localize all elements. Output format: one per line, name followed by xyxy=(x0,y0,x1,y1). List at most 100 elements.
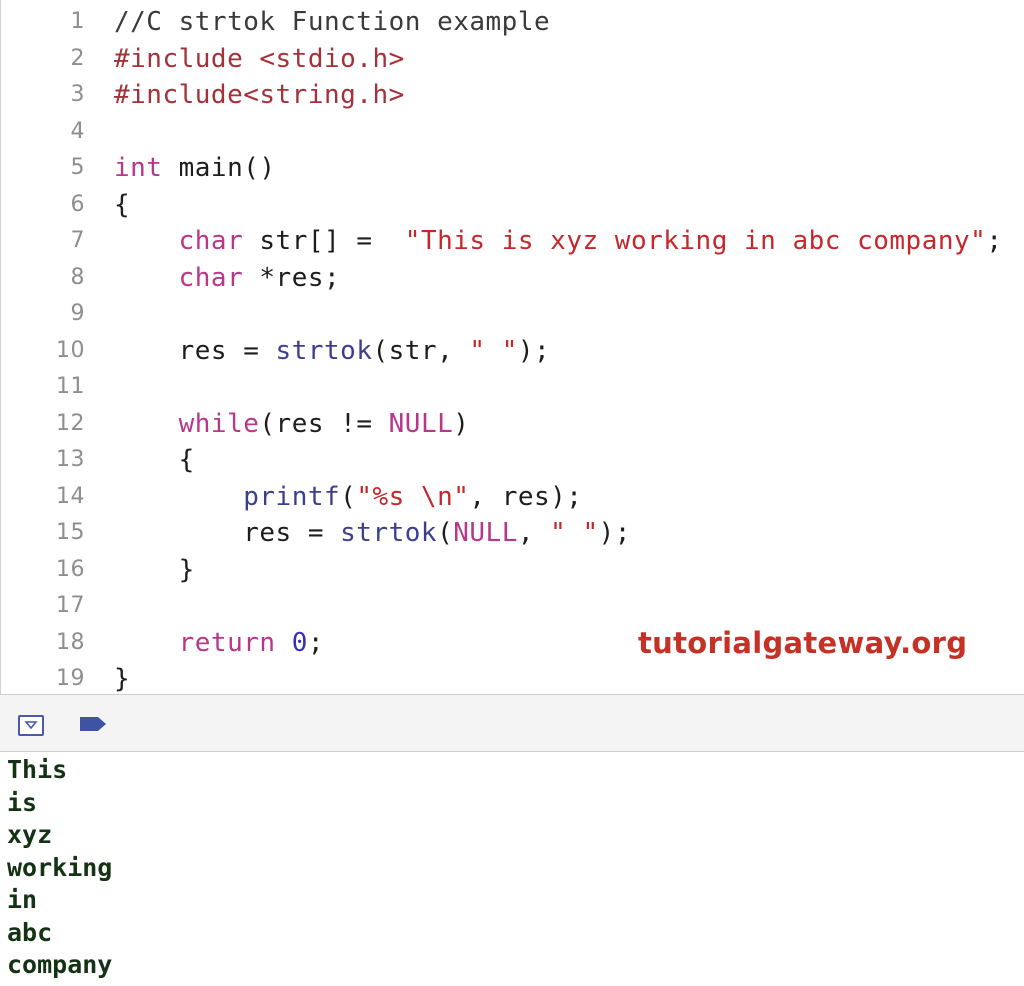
code-token: #include <stdio.h> xyxy=(114,43,405,74)
code-token: str[] = xyxy=(243,226,405,256)
code-token: { xyxy=(114,445,195,475)
line-code: //C strtok Function example xyxy=(114,4,550,40)
code-token: } xyxy=(114,664,131,694)
code-token: , res); xyxy=(469,481,583,512)
line-number: 9 xyxy=(70,301,85,326)
code-editor[interactable]: 1 //C strtok Function example 2 #include <s… xyxy=(0,0,1024,694)
code-line[interactable]: 4 xyxy=(1,114,1024,150)
code-token: NULL xyxy=(453,518,518,548)
line-number: 4 xyxy=(70,118,85,144)
code-line[interactable]: 2 #include <stdio.h> xyxy=(1,41,1024,77)
line-number: 15 xyxy=(56,520,85,545)
console-line: xyz xyxy=(7,820,53,849)
code-token: return xyxy=(178,627,276,658)
code-token: printf xyxy=(243,481,341,512)
line-number: 16 xyxy=(56,556,85,582)
code-line[interactable]: 1 //C strtok Function example xyxy=(1,4,1024,40)
code-token: "This is xyz working in abc company" xyxy=(404,226,987,256)
code-line[interactable]: 9 xyxy=(1,296,1024,332)
code-token: int xyxy=(114,153,163,183)
code-token: strtok xyxy=(340,518,438,548)
hide-debug-area-icon xyxy=(24,721,38,730)
code-line[interactable]: 17 xyxy=(1,588,1024,624)
code-token: ; xyxy=(307,627,325,658)
code-token: , xyxy=(517,518,551,548)
code-token: (str, xyxy=(372,335,470,366)
console-line: This xyxy=(7,755,68,784)
debug-bar xyxy=(0,694,1024,752)
code-line[interactable]: 5 int main() xyxy=(1,150,1024,186)
code-token: char xyxy=(178,262,244,293)
code-token: strtok xyxy=(275,335,373,366)
breakpoints-button[interactable] xyxy=(78,715,108,737)
code-token: res = xyxy=(114,518,341,548)
line-code: #include <stdio.h> xyxy=(114,41,405,77)
code-line[interactable]: 15 res = strtok(NULL, " "); xyxy=(1,515,1024,551)
code-line[interactable]: 6{ xyxy=(1,187,1024,223)
breakpoints-icon xyxy=(80,717,106,731)
line-number: 19 xyxy=(56,666,85,691)
hide-debug-area-button[interactable] xyxy=(18,715,44,736)
code-token: while xyxy=(178,408,260,439)
line-code: char str[] = "This is xyz working in abc… xyxy=(114,223,1002,259)
console-line: working xyxy=(7,852,113,882)
code-token: "%s \n" xyxy=(356,481,470,512)
code-token: char xyxy=(178,226,244,256)
code-token: ( xyxy=(340,481,357,512)
code-token: main() xyxy=(162,153,276,183)
code-line[interactable]: 8 char *res; xyxy=(1,260,1024,296)
code-token: } xyxy=(114,554,195,585)
xcode-window: 1 //C strtok Function example 2 #include <s… xyxy=(0,0,1024,986)
line-number: 8 xyxy=(70,264,85,290)
line-code: } xyxy=(114,552,195,588)
line-number: 14 xyxy=(56,483,85,509)
code-token: " " xyxy=(550,518,599,548)
code-token: 0 xyxy=(291,627,308,658)
code-token: ; xyxy=(986,226,1003,256)
code-line[interactable]: 14 printf("%s \n", res); xyxy=(1,479,1024,515)
code-token: ); xyxy=(517,335,551,366)
code-token: NULL xyxy=(388,408,454,439)
line-number: 2 xyxy=(70,45,85,71)
line-number: 10 xyxy=(56,337,85,363)
line-number: 5 xyxy=(70,155,85,180)
line-code: { xyxy=(114,187,130,223)
code-line[interactable]: 16 } xyxy=(1,552,1024,588)
line-code: #include<string.h> xyxy=(114,77,405,113)
line-number: 11 xyxy=(56,374,85,399)
code-token: { xyxy=(114,189,131,220)
line-number: 3 xyxy=(70,82,85,107)
code-line[interactable]: 11 xyxy=(1,369,1024,405)
code-line[interactable]: 3 #include<string.h> xyxy=(1,77,1024,113)
code-token: res = xyxy=(114,335,276,366)
code-line[interactable]: 12 while(res != NULL) xyxy=(1,406,1024,442)
line-code: res = strtok(str, " "); xyxy=(114,333,550,369)
line-code: while(res != NULL) xyxy=(114,406,469,442)
line-code: } xyxy=(114,661,130,694)
line-code: res = strtok(NULL, " "); xyxy=(114,515,631,551)
line-number: 18 xyxy=(56,629,85,655)
code-line[interactable]: 19} xyxy=(1,661,1024,694)
console-output[interactable]: This is xyz working in abc company xyxy=(0,752,1024,986)
code-line[interactable]: 10 res = strtok(str, " "); xyxy=(1,333,1024,369)
line-code: return 0; xyxy=(114,625,324,661)
watermark: tutorialgateway.org xyxy=(638,626,968,660)
line-code: int main() xyxy=(114,150,276,186)
code-line[interactable]: 13 { xyxy=(1,442,1024,478)
line-code: char *res; xyxy=(114,260,340,296)
code-line[interactable]: 7 char str[] = "This is xyz working in a… xyxy=(1,223,1024,259)
code-token: (res != xyxy=(259,408,389,439)
line-number: 12 xyxy=(56,410,85,436)
line-number: 1 xyxy=(70,9,85,34)
code-token: ); xyxy=(598,518,631,548)
console-line: is xyxy=(7,787,38,817)
code-token: #include<string.h> xyxy=(114,80,405,110)
code-token: ) xyxy=(453,408,470,439)
line-number: 13 xyxy=(56,447,85,472)
line-number: 7 xyxy=(70,228,85,253)
